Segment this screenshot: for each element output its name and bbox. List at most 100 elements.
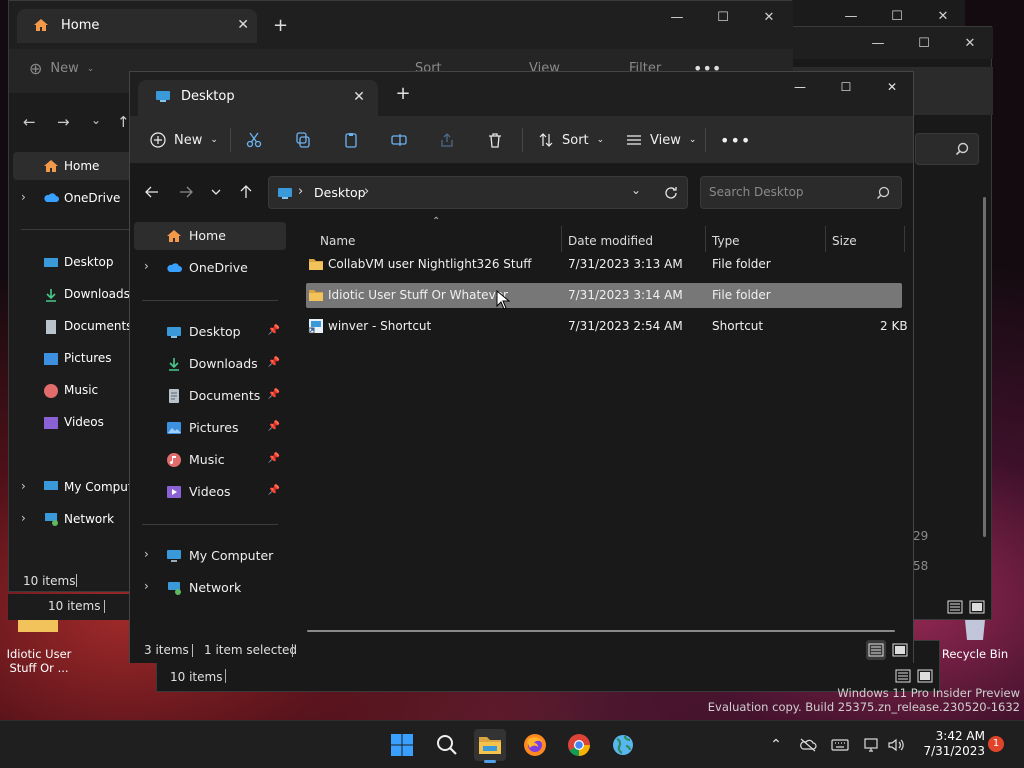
sidebar-item-onedrive[interactable]: › OneDrive	[134, 254, 286, 282]
sidebar-item-music[interactable]: Music 📌	[134, 446, 286, 474]
nav-downloads[interactable]: Downloads	[43, 287, 130, 303]
search-button[interactable]	[431, 729, 463, 761]
expand-chevron-icon[interactable]: ›	[144, 259, 149, 273]
recent-chevron-icon[interactable]: ⌄	[91, 113, 101, 127]
keyboard-icon[interactable]	[829, 735, 851, 755]
paint-taskbar-button[interactable]	[607, 729, 639, 761]
firefox-taskbar-button[interactable]	[519, 729, 551, 761]
column-header-date[interactable]: Date modified	[568, 228, 653, 254]
view-button[interactable]: View ⌄	[626, 124, 696, 156]
sidebar-item-documents[interactable]: Documents 📌	[134, 382, 286, 410]
file-row[interactable]: winver - Shortcut 7/31/2023 2:54 AM Shor…	[306, 314, 908, 339]
nav-documents[interactable]: Documents	[43, 319, 132, 335]
nav-home[interactable]: Home	[13, 152, 131, 180]
tiles-view-icon[interactable]	[917, 668, 933, 684]
pin-icon[interactable]: 📌	[268, 389, 280, 400]
search-box[interactable]	[915, 133, 979, 165]
volume-icon[interactable]	[885, 735, 907, 755]
nav-network[interactable]: › Network	[13, 511, 133, 531]
expand-chevron-icon[interactable]: ›	[21, 190, 26, 204]
tiles-view-icon[interactable]	[969, 599, 985, 615]
file-explorer-window[interactable]: Desktop ✕ + — ☐ ✕ New ⌄ Sort ⌄ View ⌄ ••…	[129, 71, 914, 663]
address-bar[interactable]: › Desktop › ⌄	[268, 176, 688, 209]
more-options-icon[interactable]: •••	[720, 124, 751, 156]
new-button[interactable]: New ⌄	[150, 124, 218, 156]
sidebar-item-videos[interactable]: Videos 📌	[134, 478, 286, 506]
close-icon[interactable]: ✕	[947, 27, 993, 59]
breadcrumb-desktop[interactable]: Desktop	[314, 185, 366, 200]
tab-desktop[interactable]: Desktop ✕	[138, 80, 378, 116]
details-view-icon[interactable]	[895, 668, 911, 684]
address-dropdown-icon[interactable]: ⌄	[631, 183, 641, 197]
column-header-size[interactable]: Size	[832, 228, 857, 254]
clock[interactable]: 3:42 AM 7/31/2023	[915, 729, 985, 759]
close-tab-icon[interactable]: ✕	[350, 88, 368, 106]
new-button[interactable]: ⊕ New ⌄	[29, 59, 94, 78]
delete-button[interactable]	[487, 124, 507, 156]
share-button[interactable]	[439, 124, 459, 156]
minimize-icon[interactable]: —	[654, 1, 700, 33]
sort-button[interactable]: Sort ⌄	[538, 124, 604, 156]
close-icon[interactable]: ✕	[746, 1, 792, 33]
minimize-icon[interactable]: —	[855, 27, 901, 59]
sidebar-item-network[interactable]: › Network	[134, 574, 286, 602]
tiles-view-button[interactable]	[890, 640, 910, 660]
cut-button[interactable]	[246, 124, 266, 156]
network-status-icon[interactable]	[861, 735, 883, 755]
expand-chevron-icon[interactable]: ›	[144, 547, 149, 561]
background-explorer-window-b[interactable]: — ☐ ✕	[790, 0, 965, 28]
nav-desktop[interactable]: Desktop	[43, 255, 114, 271]
nav-videos[interactable]: Videos	[43, 415, 104, 431]
file-row-selected[interactable]: Idiotic User Stuff Or Whatever 7/31/2023…	[306, 283, 902, 308]
horizontal-scrollbar[interactable]	[307, 630, 895, 632]
maximize-icon[interactable]: ☐	[901, 27, 947, 59]
pin-icon[interactable]: 📌	[268, 421, 280, 432]
file-explorer-taskbar-button[interactable]	[474, 729, 506, 763]
up-arrow-icon[interactable]: ↑	[117, 113, 130, 131]
forward-arrow-icon[interactable]	[172, 176, 200, 208]
pin-icon[interactable]: 📌	[268, 325, 280, 336]
column-header-name[interactable]: Name	[320, 228, 355, 254]
refresh-icon[interactable]	[663, 185, 679, 201]
forward-arrow-icon[interactable]: →	[57, 113, 70, 131]
maximize-icon[interactable]: ☐	[700, 1, 746, 33]
maximize-icon[interactable]: ☐	[823, 72, 869, 102]
sidebar-item-pictures[interactable]: Pictures 📌	[134, 414, 286, 442]
new-tab-icon[interactable]: +	[273, 15, 288, 36]
start-button[interactable]	[386, 729, 418, 761]
up-arrow-icon[interactable]	[232, 176, 260, 208]
notification-badge[interactable]: 1	[988, 736, 1004, 752]
back-arrow-icon[interactable]: ←	[23, 113, 36, 131]
sidebar-item-my-computer[interactable]: › My Computer	[134, 542, 286, 570]
recent-locations-chevron-icon[interactable]	[202, 176, 230, 208]
nav-my-computer[interactable]: › My Computer	[13, 479, 133, 499]
chrome-taskbar-button[interactable]	[563, 729, 595, 761]
copy-button[interactable]	[295, 124, 315, 156]
nav-music[interactable]: Music	[43, 383, 98, 399]
nav-onedrive[interactable]: › OneDrive	[13, 184, 131, 212]
back-arrow-icon[interactable]	[138, 176, 166, 208]
paste-button[interactable]	[343, 124, 363, 156]
show-hidden-icons-chevron[interactable]: ⌃	[765, 735, 787, 755]
nav-pictures[interactable]: Pictures	[43, 351, 112, 367]
search-input[interactable]: Search Desktop	[700, 176, 902, 209]
close-icon[interactable]: ✕	[869, 72, 915, 102]
sidebar-item-downloads[interactable]: Downloads 📌	[134, 350, 286, 378]
breadcrumb-separator-icon[interactable]: ›	[364, 184, 369, 199]
details-view-button[interactable]	[866, 640, 886, 660]
pin-icon[interactable]: 📌	[268, 357, 280, 368]
rename-button[interactable]	[391, 124, 411, 156]
cloud-offline-icon[interactable]	[797, 735, 819, 755]
expand-chevron-icon[interactable]: ›	[144, 579, 149, 593]
minimize-icon[interactable]: —	[777, 72, 823, 102]
close-tab-icon[interactable]: ✕	[237, 17, 249, 33]
column-header-type[interactable]: Type	[712, 228, 740, 254]
tab-home[interactable]: Home ✕	[17, 9, 257, 43]
scrollbar[interactable]	[983, 197, 986, 537]
new-tab-icon[interactable]: +	[392, 84, 414, 106]
sidebar-item-desktop[interactable]: Desktop 📌	[134, 318, 286, 346]
pin-icon[interactable]: 📌	[268, 485, 280, 496]
sidebar-item-home[interactable]: Home	[134, 222, 286, 250]
file-row[interactable]: CollabVM user Nightlight326 Stuff 7/31/2…	[306, 252, 902, 277]
pin-icon[interactable]: 📌	[268, 453, 280, 464]
